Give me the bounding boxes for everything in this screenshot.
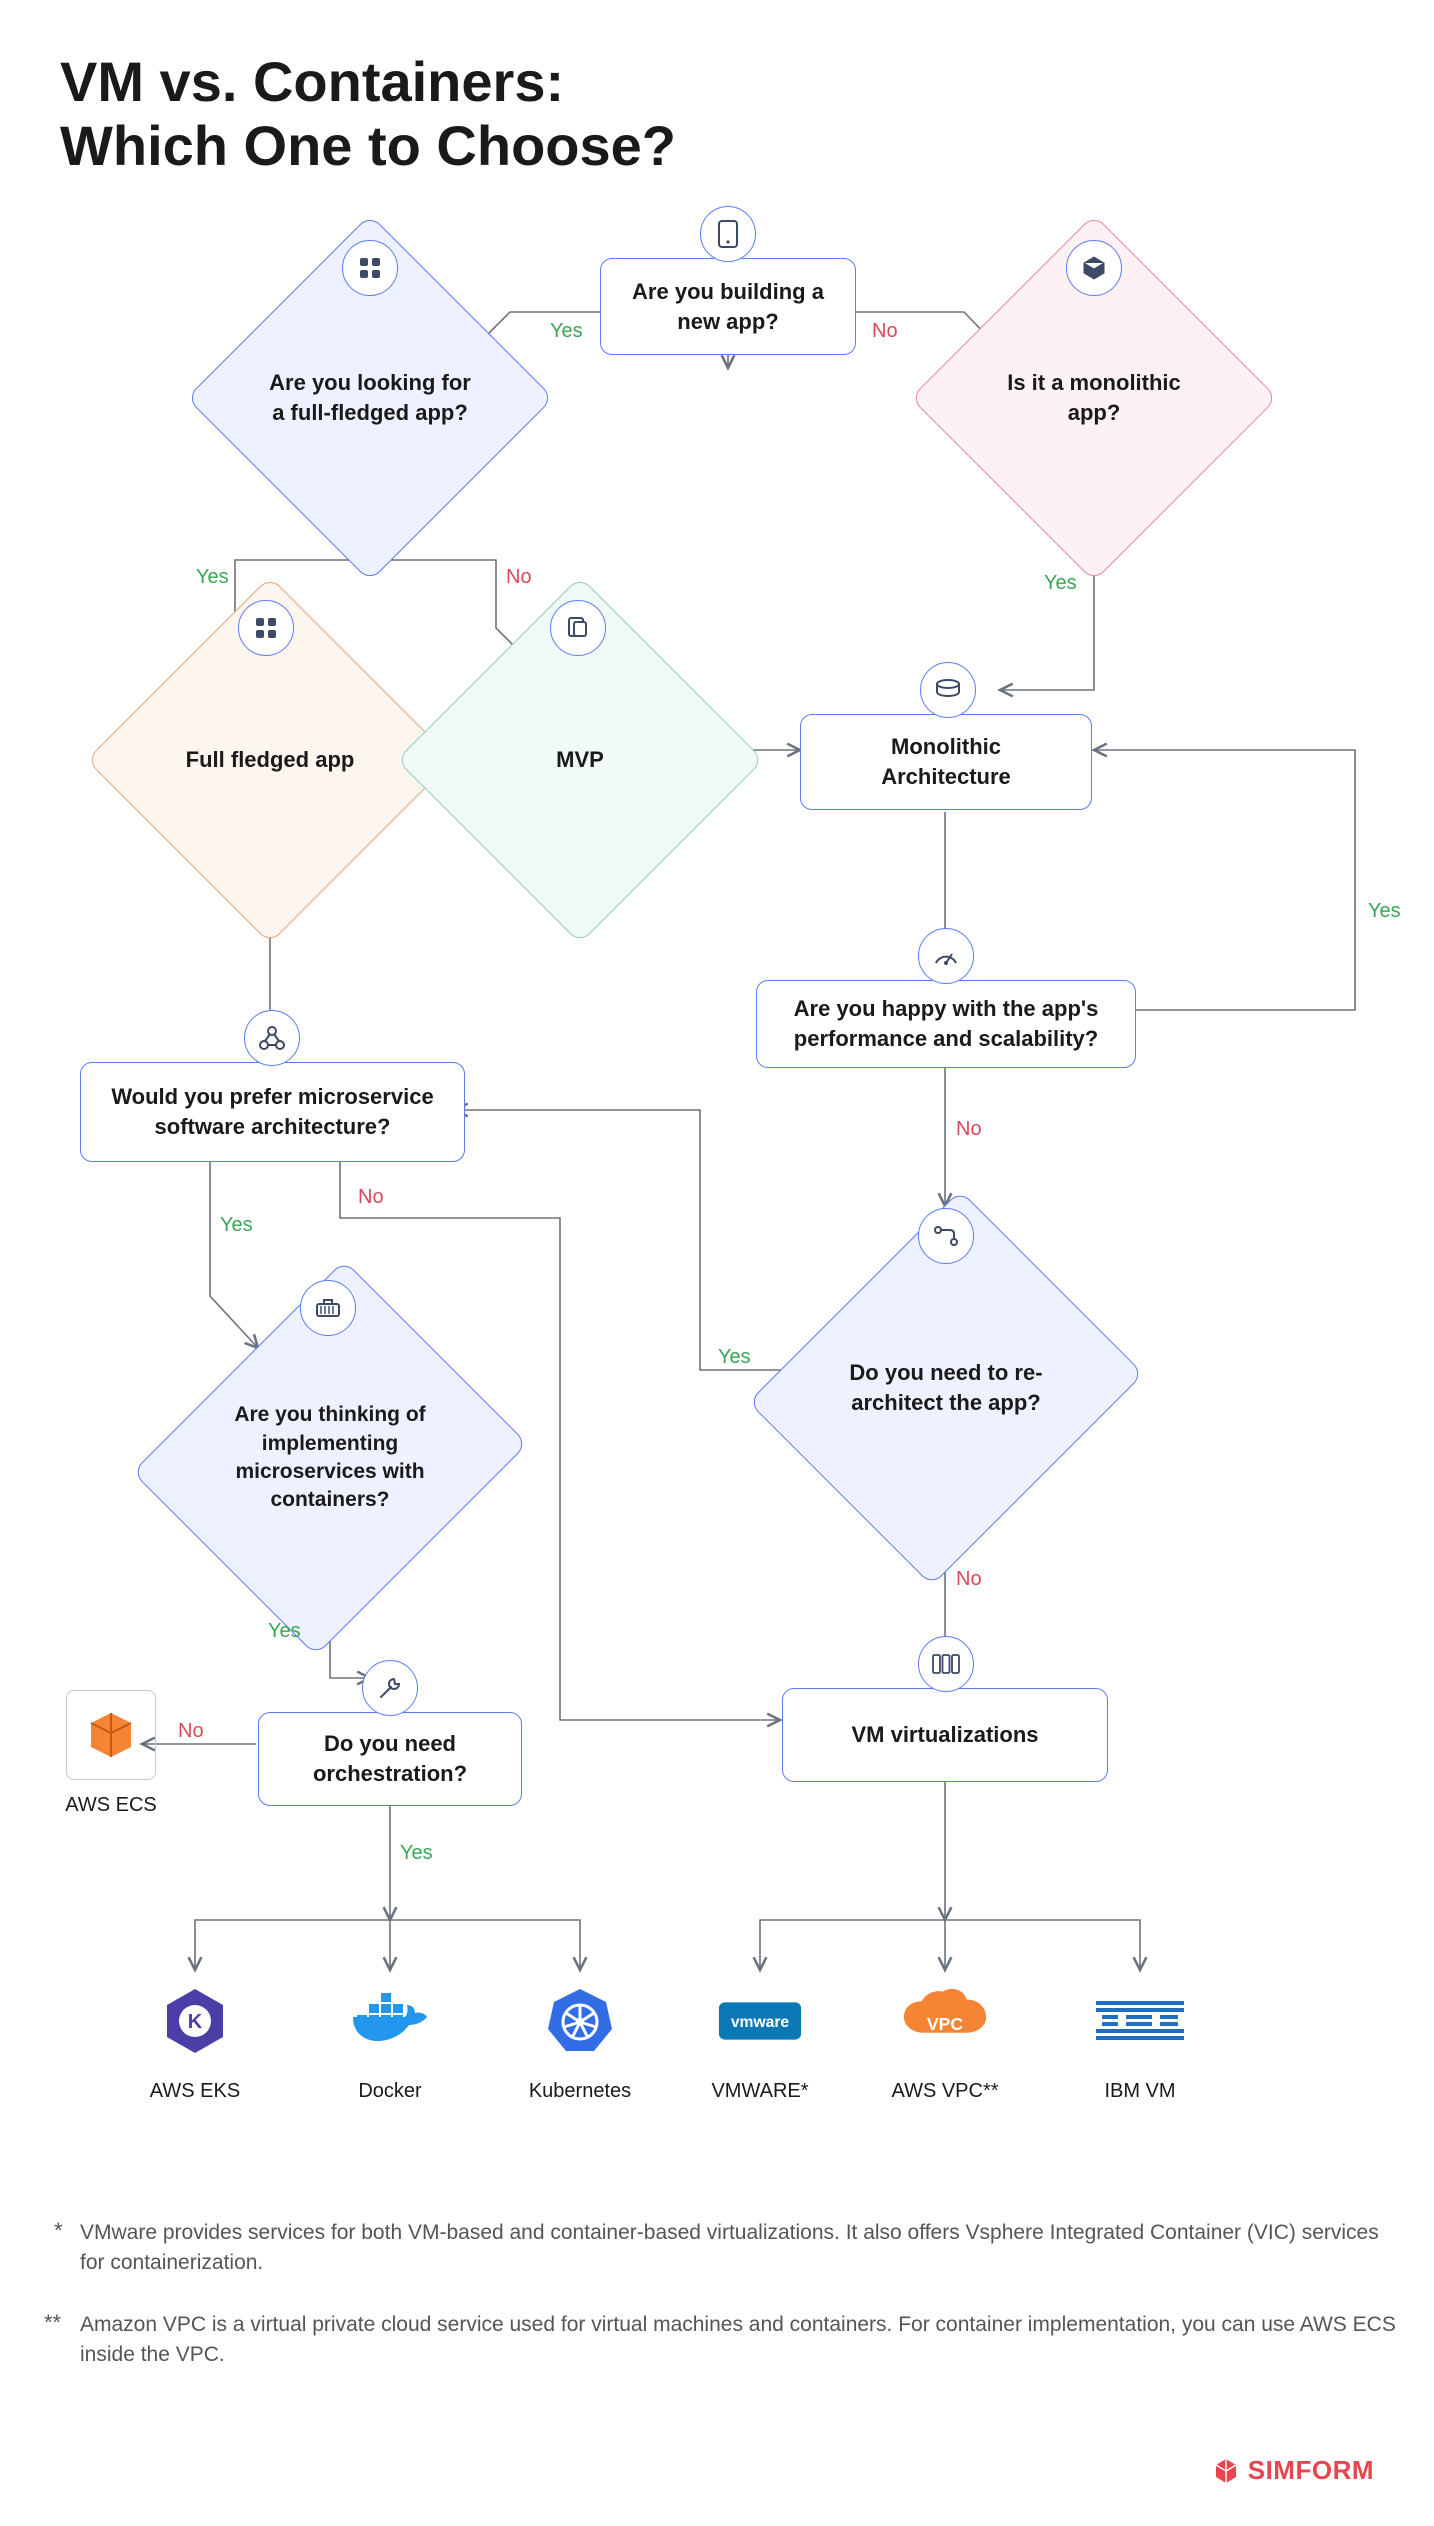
wrench-icon bbox=[362, 1660, 418, 1716]
brand-logo: SIMFORM bbox=[1212, 2455, 1374, 2486]
logo-aws-ecs: AWS ECS bbox=[36, 1690, 186, 1817]
node-label: Do you need orchestration? bbox=[285, 1729, 495, 1788]
node-microservice-question: Would you prefer microservice software a… bbox=[80, 1062, 465, 1162]
edge-label-no: No bbox=[956, 1568, 982, 1591]
node-label: Monolithic Architecture bbox=[827, 732, 1065, 791]
node-label: Do you need to re-architect the app? bbox=[845, 1358, 1048, 1417]
svg-text:VPC: VPC bbox=[927, 2014, 963, 2034]
node-mvp: MVP bbox=[450, 630, 710, 890]
node-label: Is it a monolithic app? bbox=[993, 368, 1196, 427]
grid-icon bbox=[342, 240, 398, 296]
logo-vmware: vmware VMWARE* bbox=[685, 1976, 835, 2103]
node-fullfledged-app: Full fledged app bbox=[140, 630, 400, 890]
edge-label-no: No bbox=[872, 320, 898, 343]
node-orchestration-question: Do you need orchestration? bbox=[258, 1712, 522, 1806]
gauge-icon bbox=[918, 928, 974, 984]
logo-label: AWS VPC** bbox=[870, 2080, 1020, 2103]
logo-docker: Docker bbox=[315, 1976, 465, 2103]
edge-label-yes: Yes bbox=[550, 320, 583, 343]
network-icon bbox=[244, 1010, 300, 1066]
logo-aws-eks: K AWS EKS bbox=[120, 1976, 270, 2103]
node-label: MVP bbox=[479, 745, 682, 775]
logo-label: Kubernetes bbox=[505, 2080, 655, 2103]
footnote-1: VMware provides services for both VM-bas… bbox=[80, 2218, 1400, 2279]
mobile-icon bbox=[700, 206, 756, 262]
footnote-marker: * bbox=[54, 2218, 63, 2244]
edge-label-yes: Yes bbox=[196, 566, 229, 589]
layers-icon bbox=[920, 662, 976, 718]
node-fullfledged-question: Are you looking for a full-fledged app? bbox=[240, 268, 500, 528]
page-title: VM vs. Containers: Which One to Choose? bbox=[60, 50, 676, 179]
edge-label-yes: Yes bbox=[400, 1842, 433, 1865]
node-label: VM virtualizations bbox=[851, 1720, 1038, 1750]
node-building-app: Are you building a new app? bbox=[600, 258, 856, 355]
node-vm-virtualizations: VM virtualizations bbox=[782, 1688, 1108, 1782]
grid-icon bbox=[238, 600, 294, 656]
edge-label-yes: Yes bbox=[718, 1346, 751, 1369]
footnote-2: Amazon VPC is a virtual private cloud se… bbox=[80, 2310, 1400, 2371]
logo-label: AWS ECS bbox=[36, 1794, 186, 1817]
logo-label: AWS EKS bbox=[120, 2080, 270, 2103]
logo-aws-vpc: VPC AWS VPC** bbox=[870, 1976, 1020, 2103]
logo-label: IBM VM bbox=[1065, 2080, 1215, 2103]
edge-label-yes: Yes bbox=[220, 1214, 253, 1237]
node-label: Would you prefer microservice software a… bbox=[107, 1082, 438, 1141]
svg-text:vmware: vmware bbox=[731, 2014, 790, 2031]
servers-icon bbox=[918, 1636, 974, 1692]
edge-label-no: No bbox=[506, 566, 532, 589]
document-icon bbox=[550, 600, 606, 656]
node-monolithic-architecture: Monolithic Architecture bbox=[800, 714, 1092, 810]
node-performance-question: Are you happy with the app's performance… bbox=[756, 980, 1136, 1068]
node-label: Are you happy with the app's performance… bbox=[783, 994, 1109, 1053]
edge-label-no: No bbox=[956, 1118, 982, 1141]
cube-icon bbox=[1066, 240, 1122, 296]
logo-label: Docker bbox=[315, 2080, 465, 2103]
node-label: Are you thinking of implementing microse… bbox=[229, 1401, 432, 1514]
edge-label-yes: Yes bbox=[1368, 900, 1401, 923]
edge-label-yes: Yes bbox=[1044, 572, 1077, 595]
edge-label-yes: Yes bbox=[268, 1620, 301, 1643]
footnote-marker: ** bbox=[44, 2310, 61, 2336]
brand-name: SIMFORM bbox=[1248, 2455, 1374, 2486]
edge-label-no: No bbox=[358, 1186, 384, 1209]
container-icon bbox=[300, 1280, 356, 1336]
logo-ibm-vm: IBM VM bbox=[1065, 1976, 1215, 2103]
node-label: Are you building a new app? bbox=[627, 277, 829, 336]
svg-text:K: K bbox=[188, 2011, 203, 2033]
logo-kubernetes: Kubernetes bbox=[505, 1976, 655, 2103]
node-monolithic-question: Is it a monolithic app? bbox=[964, 268, 1224, 528]
node-label: Are you looking for a full-fledged app? bbox=[269, 368, 472, 427]
path-icon bbox=[918, 1208, 974, 1264]
logo-label: VMWARE* bbox=[685, 2080, 835, 2103]
node-containers-question: Are you thinking of implementing microse… bbox=[200, 1308, 460, 1608]
node-rearchitect-question: Do you need to re-architect the app? bbox=[816, 1238, 1076, 1538]
node-label: Full fledged app bbox=[169, 745, 372, 775]
